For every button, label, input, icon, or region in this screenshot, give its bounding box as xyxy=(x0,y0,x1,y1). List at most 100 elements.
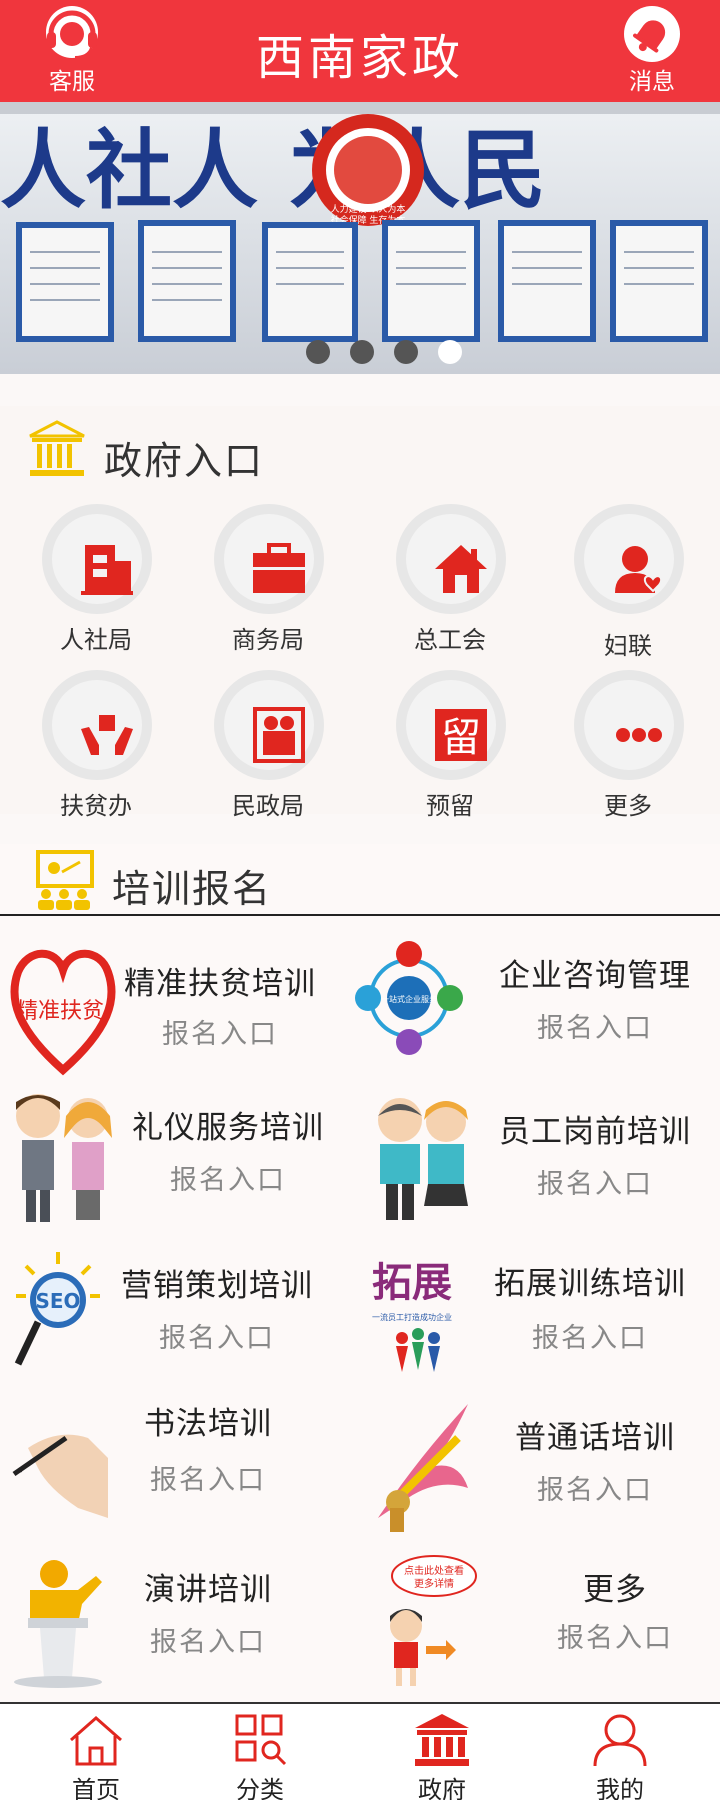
gov-item-more[interactable]: 更多 xyxy=(558,670,698,830)
nav-tab-home[interactable]: 首页 xyxy=(26,1712,166,1800)
gov-item-label: 扶贫办 xyxy=(60,792,132,820)
house-icon xyxy=(435,545,487,593)
banner-image: 人社人 为人民 人力建设 以人为本 社会保障 生存为本 xyxy=(0,102,720,374)
training-card-title: 演讲培训 xyxy=(144,1572,272,1608)
gov-item-reserved[interactable]: 留 预留 xyxy=(380,670,520,830)
bottom-nav: 首页 分类 政府 我的 xyxy=(0,1702,720,1800)
nav-tab-label: 首页 xyxy=(72,1776,120,1800)
training-card-etiquette[interactable]: 礼仪服务培训 报名入口 xyxy=(0,1088,360,1238)
nav-tab-government[interactable]: 政府 xyxy=(372,1712,512,1800)
training-card-title: 礼仪服务培训 xyxy=(132,1110,324,1146)
gov-item-label: 更多 xyxy=(604,792,652,820)
training-card-title: 精准扶贫培训 xyxy=(124,966,316,1002)
signup-link[interactable]: 报名入口 xyxy=(470,1468,720,1507)
training-section: 培训报名 精准扶贫 精准扶贫培训 报名入口 一站式企业服务 企业咨询管理 报名入… xyxy=(0,844,720,1702)
hands-gift-icon xyxy=(81,715,133,755)
signup-link[interactable]: 报名入口 xyxy=(116,1620,300,1659)
svg-text:更多详情: 更多详情 xyxy=(414,1577,454,1590)
etiquette-couple xyxy=(16,1094,112,1222)
carousel-dots xyxy=(306,340,476,364)
signup-link[interactable]: 报名入口 xyxy=(116,1158,340,1197)
nav-tab-label: 政府 xyxy=(418,1776,466,1800)
government-building-icon xyxy=(29,420,85,476)
training-card-title: 拓展训练培训 xyxy=(494,1266,686,1302)
signup-link[interactable]: 报名入口 xyxy=(120,1012,320,1051)
signup-link[interactable]: 报名入口 xyxy=(510,1616,720,1655)
nav-tab-profile[interactable]: 我的 xyxy=(550,1712,690,1800)
gov-section-title: 政府入口 xyxy=(104,439,265,483)
employee-pair xyxy=(378,1098,468,1220)
carousel-dot[interactable] xyxy=(394,340,418,364)
government-building-icon xyxy=(415,1714,469,1766)
woman-heart-icon xyxy=(615,546,663,593)
training-card-consulting[interactable]: 一站式企业服务 企业咨询管理 报名入口 xyxy=(355,928,720,1078)
training-section-title: 培训报名 xyxy=(112,867,273,911)
nav-tab-label: 我的 xyxy=(596,1776,644,1800)
carousel-dot[interactable] xyxy=(306,340,330,364)
banner-wall-text: 人社人 为人民 xyxy=(0,120,546,221)
app-header: 客服 西南家政 消息 xyxy=(0,0,720,102)
user-icon xyxy=(593,1714,647,1767)
bell-icon xyxy=(624,6,680,62)
messages-button[interactable]: 消息 xyxy=(602,4,702,102)
svg-text:拓展: 拓展 xyxy=(372,1259,452,1306)
training-card-marketing[interactable]: SEO 营销策划培训 报名入口 xyxy=(0,1246,360,1396)
family-icon xyxy=(253,707,305,763)
gov-item-label: 人社局 xyxy=(60,626,132,654)
signup-link[interactable]: 报名入口 xyxy=(116,1458,300,1497)
speaker-podium xyxy=(14,1560,102,1688)
heart-poverty-logo: 精准扶贫 xyxy=(10,949,116,1076)
gov-item-label: 妇联 xyxy=(604,632,652,660)
gov-item-trade-union[interactable]: 总工会 xyxy=(380,504,520,664)
briefcase-icon xyxy=(253,543,305,593)
office-building-icon xyxy=(81,545,133,595)
training-card-title: 员工岗前培训 xyxy=(499,1114,691,1150)
svg-text:一站式企业服务: 一站式企业服务 xyxy=(381,994,437,1004)
svg-text:SEO: SEO xyxy=(35,1289,80,1313)
cartoon-girl: 点击此处查看 更多详情 xyxy=(390,1555,477,1686)
svg-text:留: 留 xyxy=(441,715,481,761)
section-divider xyxy=(0,914,720,916)
gov-item-civil-affairs[interactable]: 民政局 xyxy=(198,670,338,830)
svg-text:人力建设 以人为本: 人力建设 以人为本 xyxy=(331,203,406,215)
gov-item-label: 民政局 xyxy=(232,792,304,820)
banner-carousel[interactable]: 人社人 为人民 人力建设 以人为本 社会保障 生存为本 xyxy=(0,102,720,374)
training-card-calligraphy[interactable]: 书法培训 报名入口 xyxy=(0,1398,360,1548)
svg-text:精准扶贫: 精准扶贫 xyxy=(16,999,104,1024)
home-icon xyxy=(70,1716,122,1766)
carousel-dot-active[interactable] xyxy=(438,340,462,364)
gov-item-commerce-bureau[interactable]: 商务局 xyxy=(198,504,338,664)
gov-item-label: 商务局 xyxy=(232,626,304,654)
signup-link[interactable]: 报名入口 xyxy=(114,1316,320,1355)
gov-item-label: 总工会 xyxy=(414,626,486,654)
training-card-title: 普通话培训 xyxy=(515,1420,675,1456)
training-card-speech[interactable]: 演讲培训 报名入口 xyxy=(0,1554,360,1704)
gov-item-womens-federation[interactable]: 妇联 xyxy=(558,504,698,664)
training-card-title: 书法培训 xyxy=(144,1406,272,1442)
carousel-dot[interactable] xyxy=(350,340,374,364)
category-grid-icon xyxy=(235,1714,287,1766)
training-card-poverty[interactable]: 精准扶贫 精准扶贫培训 报名入口 xyxy=(0,940,360,1090)
signup-link[interactable]: 报名入口 xyxy=(460,1316,720,1355)
gov-entry-section: 政府入口 人社局 商务局 总工会 妇联 扶贫办 民政局 留 预留 更多 xyxy=(0,406,720,820)
training-card-pre-job[interactable]: 员工岗前培训 报名入口 xyxy=(360,1088,720,1238)
nav-tab-label: 分类 xyxy=(236,1776,284,1800)
writing-hand xyxy=(12,1434,108,1518)
nav-tab-category[interactable]: 分类 xyxy=(190,1712,330,1800)
seo-magnifier: SEO xyxy=(14,1252,100,1366)
svg-text:一流员工打造成功企业: 一流员工打造成功企业 xyxy=(372,1312,452,1322)
training-card-outreach[interactable]: 拓展 一流员工打造成功企业 拓展训练培训 报名入口 xyxy=(360,1246,720,1396)
training-card-mandarin[interactable]: 普通话培训 报名入口 xyxy=(360,1398,720,1548)
gov-item-poverty-office[interactable]: 扶贫办 xyxy=(26,670,166,830)
training-card-title: 营销策划培训 xyxy=(121,1268,313,1304)
microphone xyxy=(378,1404,468,1532)
service-cycle-diagram: 一站式企业服务 xyxy=(355,941,463,1055)
presentation-board-icon xyxy=(36,850,94,910)
training-card-more[interactable]: 点击此处查看 更多详情 更多 报名入口 xyxy=(360,1554,720,1704)
reserve-char-icon: 留 xyxy=(435,709,487,761)
signup-link[interactable]: 报名入口 xyxy=(470,1006,720,1045)
gov-item-hr-bureau[interactable]: 人社局 xyxy=(26,504,166,664)
app-page: 客服 西南家政 消息 人社人 为人民 人力建设 以人为本 社会保障 生存为本 政… xyxy=(0,0,720,1800)
messages-label: 消息 xyxy=(629,69,675,95)
signup-link[interactable]: 报名入口 xyxy=(470,1162,720,1201)
